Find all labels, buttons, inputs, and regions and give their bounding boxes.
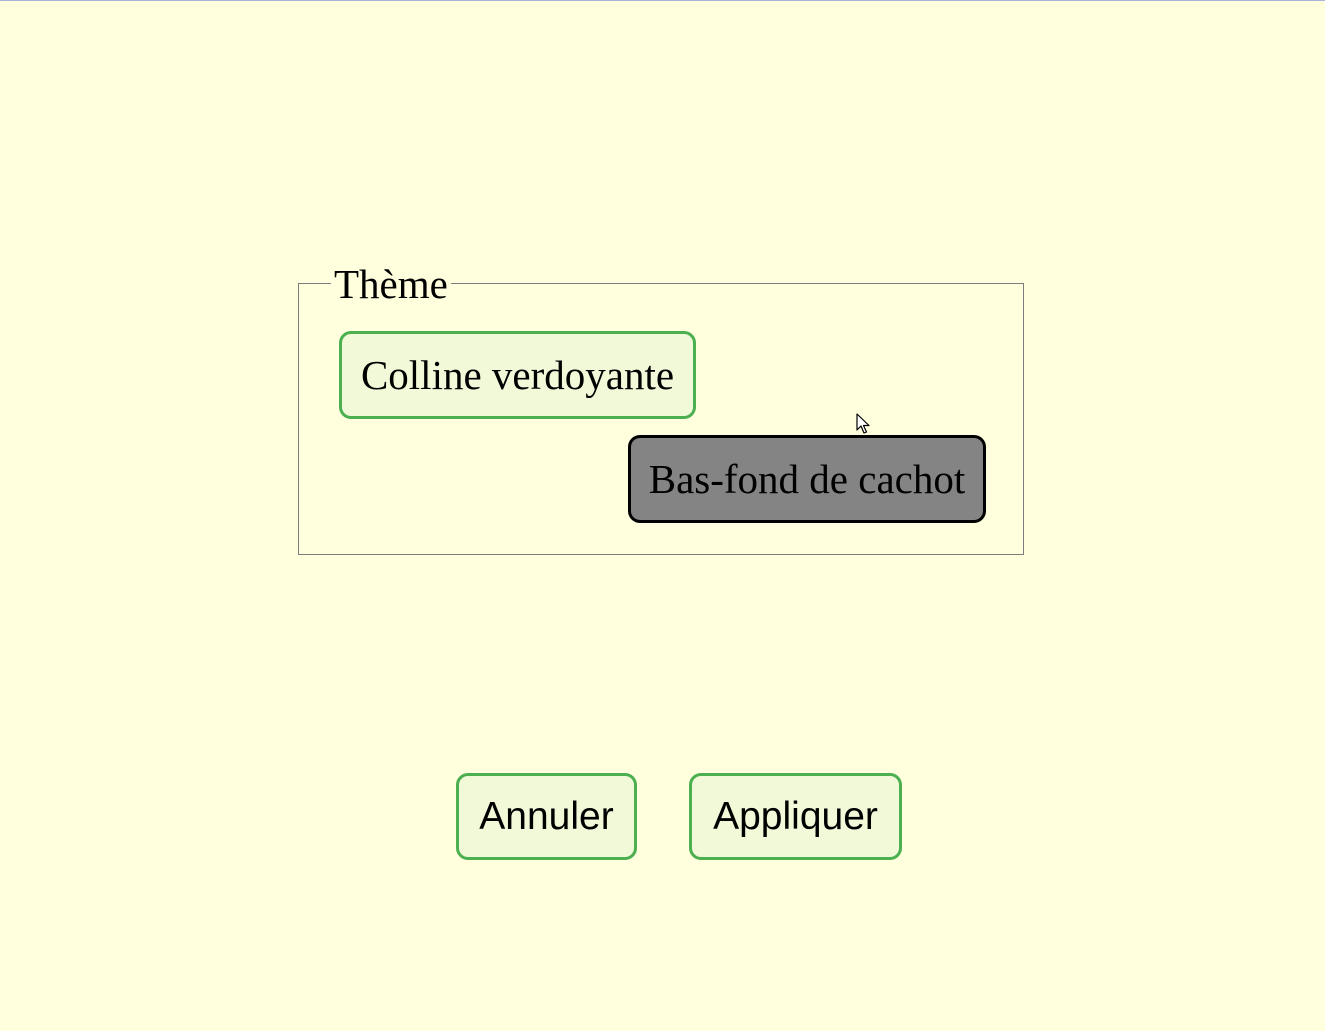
- cancel-button[interactable]: Annuler: [456, 773, 637, 860]
- top-border-line: [0, 0, 1325, 1]
- theme-legend: Thème: [331, 262, 451, 306]
- theme-option-bas-fond-de-cachot[interactable]: Bas-fond de cachot: [628, 435, 986, 523]
- theme-settings-page: Thème Colline verdoyante Bas-fond de cac…: [0, 0, 1325, 1031]
- mouse-pointer-icon: [856, 413, 870, 434]
- apply-button[interactable]: Appliquer: [689, 773, 902, 860]
- theme-option-colline-verdoyante[interactable]: Colline verdoyante: [339, 331, 696, 419]
